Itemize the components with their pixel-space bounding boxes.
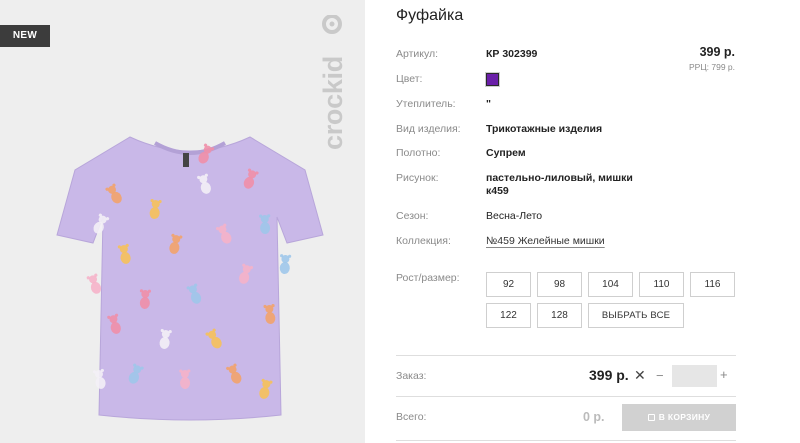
size-button-128[interactable]: 128: [537, 303, 582, 328]
article-label: Артикул:: [396, 48, 439, 60]
times-icon: ✕: [634, 367, 646, 383]
shopping-bag-icon: [647, 414, 655, 421]
fabric-label: Полотно:: [396, 147, 441, 159]
print-value-line1: пастельно-лиловый, мишки: [486, 172, 633, 184]
season-label: Сезон:: [396, 210, 429, 222]
total-label: Всего:: [396, 411, 427, 423]
size-button-122[interactable]: 122: [486, 303, 531, 328]
size-button-110[interactable]: 110: [639, 272, 684, 297]
color-swatch[interactable]: [485, 72, 500, 87]
fabric-value: Супрем: [486, 147, 526, 159]
color-label: Цвет:: [396, 73, 423, 85]
insulation-value: ": [486, 98, 491, 110]
article-value: КР 302399: [486, 48, 538, 60]
recommended-price: РРЦ: 799 р.: [689, 62, 735, 72]
product-photo[interactable]: NEW crockid: [0, 0, 365, 443]
select-all-sizes-button[interactable]: ВЫБРАТЬ ВСЕ: [588, 303, 684, 328]
total-price: 0 р.: [583, 410, 605, 424]
collection-label: Коллекция:: [396, 235, 451, 247]
print-label: Рисунок:: [396, 172, 439, 184]
insulation-label: Утеплитель:: [396, 98, 456, 110]
bear-print: [279, 254, 292, 274]
product-title: Фуфайка: [396, 7, 464, 24]
kind-label: Вид изделия:: [396, 123, 461, 135]
print-value-line2: к459: [486, 185, 509, 197]
divider: [396, 396, 736, 397]
add-to-cart-button[interactable]: В КОРЗИНУ: [622, 404, 736, 431]
size-button-92[interactable]: 92: [486, 272, 531, 297]
quantity-input[interactable]: [672, 365, 717, 387]
tshirt-image: [56, 136, 324, 421]
season-value: Весна-Лето: [486, 210, 543, 222]
divider: [396, 355, 736, 356]
divider: [396, 440, 736, 441]
order-price: 399 р.: [589, 367, 629, 383]
size-button-98[interactable]: 98: [537, 272, 582, 297]
size-button-116[interactable]: 116: [690, 272, 735, 297]
new-badge: NEW: [0, 25, 50, 47]
add-to-cart-label: В КОРЗИНУ: [658, 412, 711, 422]
product-price: 399 р.: [699, 45, 735, 59]
size-button-104[interactable]: 104: [588, 272, 633, 297]
order-label: Заказ:: [396, 370, 427, 382]
bear-print: [86, 273, 102, 294]
kind-value: Трикотажные изделия: [486, 123, 603, 135]
increase-quantity-button[interactable]: +: [720, 367, 728, 383]
decrease-quantity-button[interactable]: −: [656, 368, 664, 384]
size-label: Рост/размер:: [396, 272, 460, 284]
collection-link[interactable]: №459 Желейные мишки: [486, 235, 605, 248]
